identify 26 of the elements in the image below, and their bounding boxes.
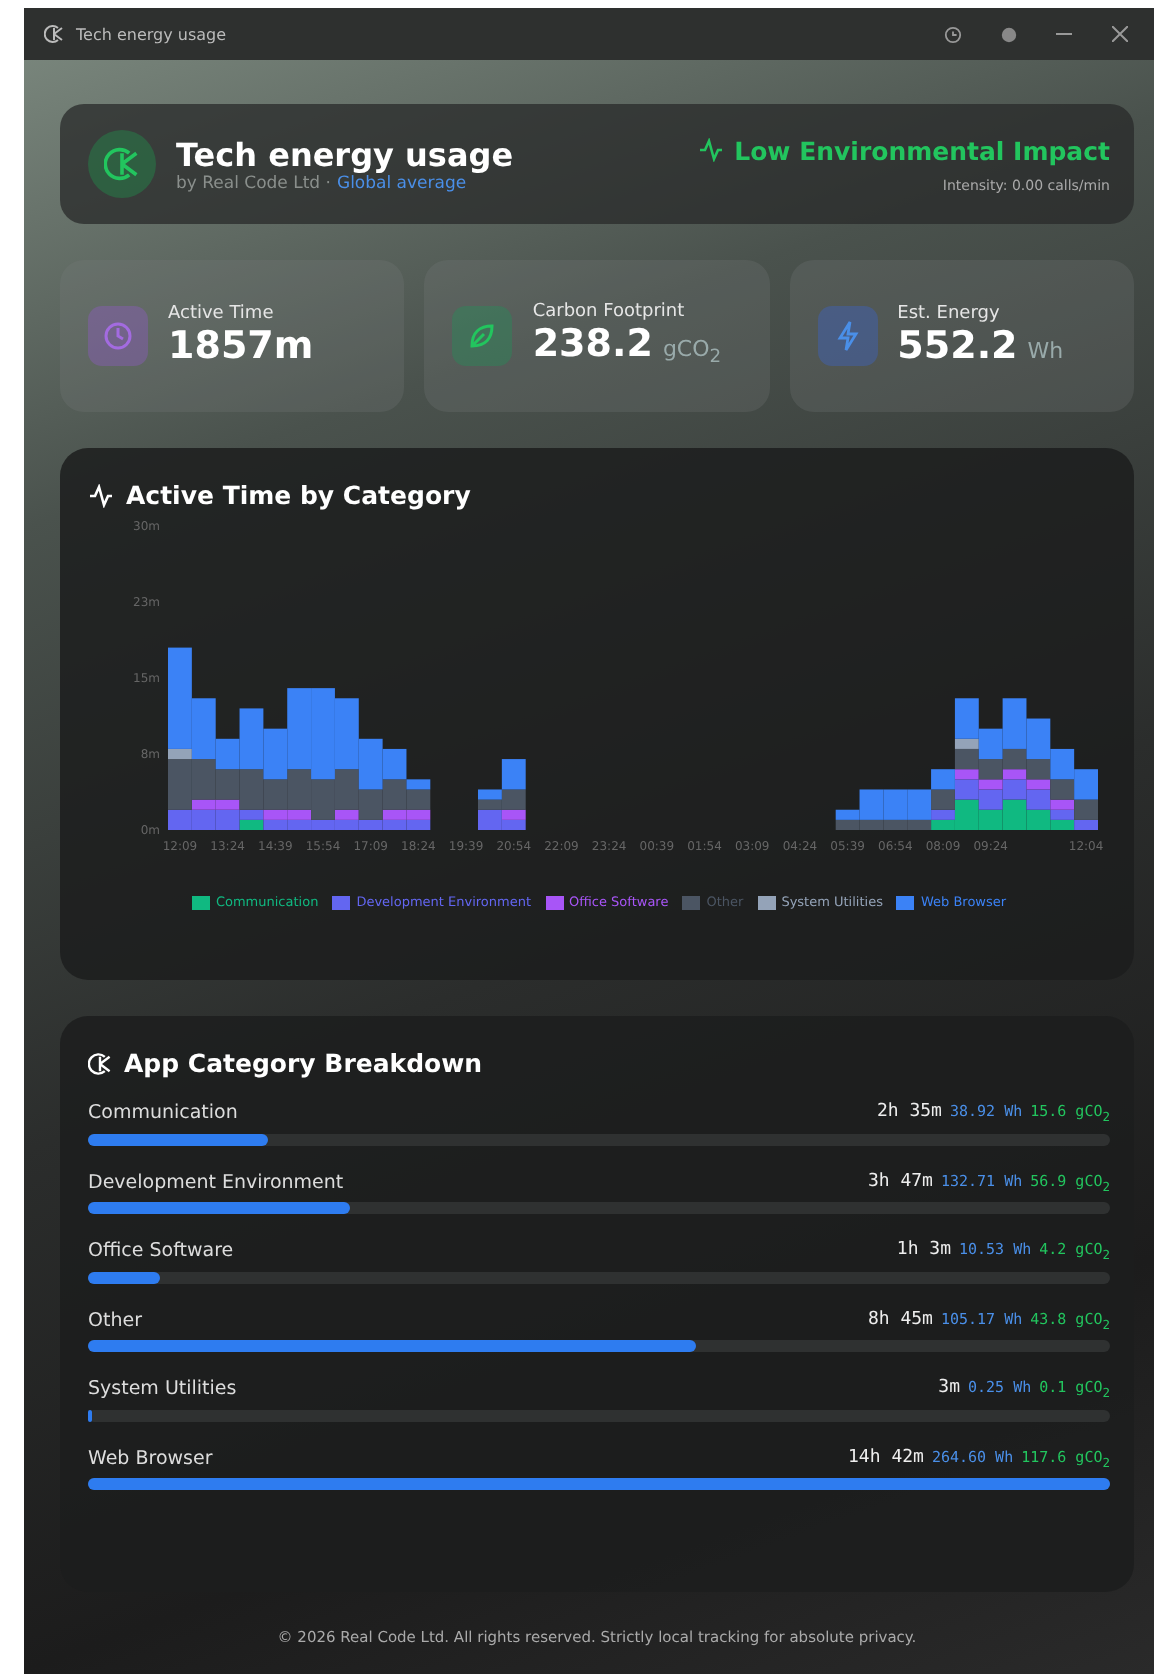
impact-status: Low Environmental Impact (734, 135, 1110, 165)
category-name: Office Software (88, 1240, 234, 1263)
stat-unit: gCO$_{2}$ (662, 336, 722, 370)
stat-value: 552.2 (897, 324, 1018, 368)
stat-value: 1857m (168, 324, 314, 368)
category-name: System Utilities (88, 1378, 237, 1401)
time-value: 1h 3m (896, 1240, 951, 1260)
stat-value: 238.2 (532, 322, 653, 367)
breakdown-title: App Category Breakdown (124, 1048, 483, 1078)
time-value: 14h 42m (848, 1447, 924, 1467)
category-name: Other (88, 1309, 142, 1332)
stat-label: Active Time (168, 304, 276, 324)
window-title: Tech energy usage (76, 25, 227, 43)
time-value: 2h 35m (876, 1102, 942, 1122)
time-value: 3m (938, 1378, 961, 1398)
time-value: 3h 47m (867, 1171, 933, 1191)
app-title: Tech energy usage (176, 135, 514, 173)
stat-unit: Wh (1027, 338, 1064, 364)
time-value: 8h 45m (867, 1309, 933, 1329)
chart-title: Active Time by Category (126, 480, 471, 510)
category-name: Communication (88, 1102, 238, 1125)
byline: by Real Code Ltd · (176, 173, 331, 193)
stat-label: Est. Energy (897, 304, 1002, 324)
category-name: Web Browser (88, 1447, 213, 1470)
category-name: Development Environment (88, 1171, 344, 1194)
stat-label: Carbon Footprint (532, 302, 687, 323)
